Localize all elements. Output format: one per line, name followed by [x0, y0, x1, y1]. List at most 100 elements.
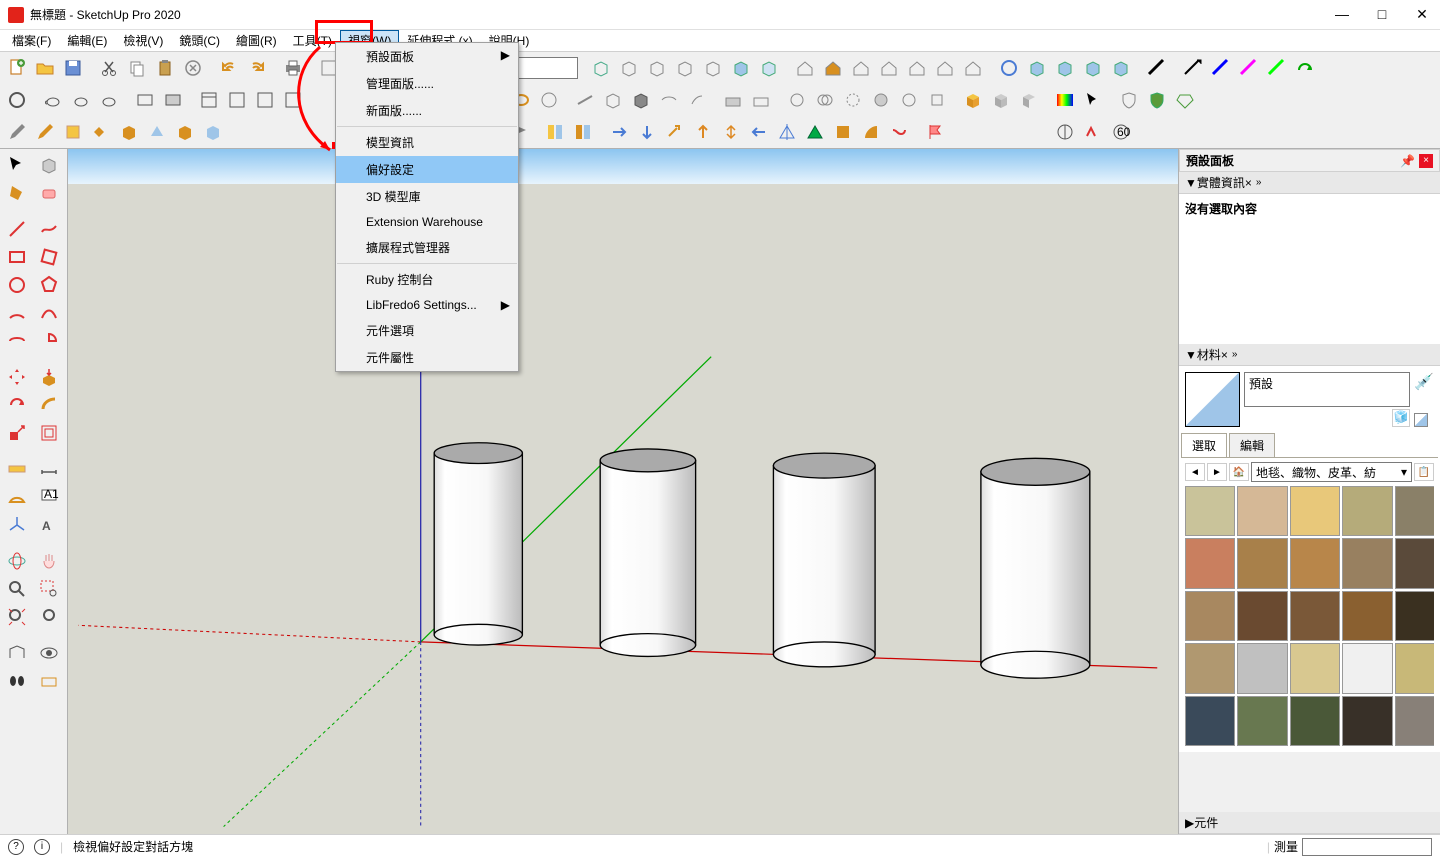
material-swatch[interactable] — [1237, 643, 1287, 693]
nav-fwd-icon[interactable]: ► — [1207, 463, 1227, 481]
box-tool-icon[interactable] — [728, 55, 754, 81]
plugin-tool-icon[interactable] — [1144, 55, 1170, 81]
menu-item[interactable]: 偏好設定 — [336, 156, 518, 183]
axes-tool-icon[interactable] — [2, 511, 32, 539]
section-icon[interactable] — [628, 87, 654, 113]
window-icon[interactable] — [252, 87, 278, 113]
rainbow-icon[interactable] — [1052, 87, 1078, 113]
sandbox-icon[interactable] — [748, 87, 774, 113]
house-tool-icon[interactable] — [876, 55, 902, 81]
window-icon[interactable] — [196, 87, 222, 113]
plugin-tool-icon[interactable] — [1180, 55, 1206, 81]
pencil-tool-icon[interactable] — [32, 119, 58, 145]
material-swatch[interactable] — [1185, 538, 1235, 588]
move-tool-icon[interactable] — [2, 363, 32, 391]
section-icon[interactable] — [656, 87, 682, 113]
menu-item[interactable]: 元件選項 — [336, 317, 518, 344]
pencil-tool-icon[interactable] — [4, 119, 30, 145]
collapse-icon[interactable]: ▼ — [1185, 348, 1197, 362]
menu-item[interactable]: 元件屬性 — [336, 344, 518, 371]
material-create-icon[interactable]: 🧊 — [1392, 409, 1410, 427]
shield-icon[interactable] — [1144, 87, 1170, 113]
material-swatch[interactable] — [1237, 486, 1287, 536]
measure-input[interactable] — [1302, 838, 1432, 856]
shape-icon[interactable] — [200, 119, 226, 145]
solid-tool-icon[interactable] — [924, 87, 950, 113]
nav-back-icon[interactable]: ◄ — [1185, 463, 1205, 481]
collapse-icon[interactable]: ▼ — [1185, 176, 1197, 190]
menu-item[interactable]: Ruby 控制台 — [336, 266, 518, 293]
box-tool-icon[interactable] — [616, 55, 642, 81]
flip-tool-icon[interactable] — [570, 119, 596, 145]
3d-viewport[interactable] — [68, 149, 1178, 834]
render-icon[interactable] — [132, 87, 158, 113]
material-swatch[interactable] — [1395, 643, 1434, 693]
arrow-tool-icon[interactable] — [690, 119, 716, 145]
teapot-icon[interactable] — [40, 87, 66, 113]
status-info-icon[interactable]: i — [34, 839, 50, 855]
shape-tool-icon[interactable] — [536, 87, 562, 113]
arrow-tool-icon[interactable] — [718, 119, 744, 145]
section-icon[interactable] — [600, 87, 626, 113]
flip-tool-icon[interactable] — [542, 119, 568, 145]
eraser-tool-icon[interactable] — [34, 179, 64, 207]
house-tool-icon[interactable] — [848, 55, 874, 81]
view-tool-icon[interactable] — [1052, 55, 1078, 81]
plugin-tool-icon[interactable] — [1236, 55, 1262, 81]
material-swatch[interactable] — [1342, 486, 1392, 536]
box-tool-icon[interactable] — [672, 55, 698, 81]
menu-item[interactable]: 檢視(V) — [115, 30, 171, 51]
default-material-icon[interactable] — [1414, 413, 1428, 427]
select-tool-icon[interactable] — [2, 151, 32, 179]
shape-tool-icon[interactable] — [858, 119, 884, 145]
freehand-tool-icon[interactable] — [34, 215, 64, 243]
material-swatch[interactable] — [1395, 486, 1434, 536]
house-tool-icon[interactable] — [820, 55, 846, 81]
arc3-tool-icon[interactable] — [2, 327, 32, 355]
material-swatch[interactable] — [1237, 591, 1287, 641]
solid-tool-icon[interactable] — [896, 87, 922, 113]
pan-tool-icon[interactable] — [34, 547, 64, 575]
shape-icon[interactable] — [116, 119, 142, 145]
panel-close-icon[interactable]: × — [1245, 176, 1252, 190]
material-swatch[interactable] — [1237, 696, 1287, 746]
tray-header[interactable]: 預設面板 📌 × — [1179, 149, 1440, 172]
pie-tool-icon[interactable] — [34, 327, 64, 355]
mirror-tool-icon[interactable] — [774, 119, 800, 145]
box-tool-icon[interactable] — [588, 55, 614, 81]
arrow-tool-icon[interactable] — [634, 119, 660, 145]
plugin-tool-icon[interactable] — [1292, 55, 1318, 81]
teapot-icon[interactable] — [68, 87, 94, 113]
section-tool-icon[interactable] — [34, 667, 64, 695]
status-help-icon[interactable]: ? — [8, 839, 24, 855]
shield-icon[interactable] — [1116, 87, 1142, 113]
shape-icon[interactable] — [172, 119, 198, 145]
arrow-tool-icon[interactable] — [662, 119, 688, 145]
menu-item[interactable]: 預設面板▶ — [336, 43, 518, 70]
zoom-window-icon[interactable] — [34, 575, 64, 603]
material-swatch[interactable] — [1342, 643, 1392, 693]
view-tool-icon[interactable] — [1108, 55, 1134, 81]
arrow-tool-icon[interactable] — [746, 119, 772, 145]
section-icon[interactable] — [684, 87, 710, 113]
material-swatch[interactable] — [1185, 696, 1235, 746]
teapot-icon[interactable] — [96, 87, 122, 113]
rotate-tool-icon[interactable] — [2, 391, 32, 419]
color-cube-icon[interactable] — [988, 87, 1014, 113]
material-swatch[interactable] — [1185, 643, 1235, 693]
protractor-tool-icon[interactable] — [2, 483, 32, 511]
polygon-tool-icon[interactable] — [34, 271, 64, 299]
rotrect-tool-icon[interactable] — [34, 243, 64, 271]
component-tool-icon[interactable] — [34, 151, 64, 179]
panel-expand-icon[interactable]: » — [1232, 349, 1238, 360]
solid-tool-icon[interactable] — [784, 87, 810, 113]
solid-tool-icon[interactable] — [812, 87, 838, 113]
menu-item[interactable]: 編輯(E) — [59, 30, 115, 51]
menu-item[interactable]: 3D 模型庫 — [336, 183, 518, 210]
view-tool-icon[interactable] — [1024, 55, 1050, 81]
close-button[interactable]: ✕ — [1412, 6, 1432, 23]
material-menu-icon[interactable]: 📋 — [1414, 463, 1434, 481]
arc2-tool-icon[interactable] — [34, 299, 64, 327]
material-name-field[interactable]: 預設 — [1244, 372, 1410, 407]
menu-item[interactable]: 管理面版...... — [336, 70, 518, 97]
